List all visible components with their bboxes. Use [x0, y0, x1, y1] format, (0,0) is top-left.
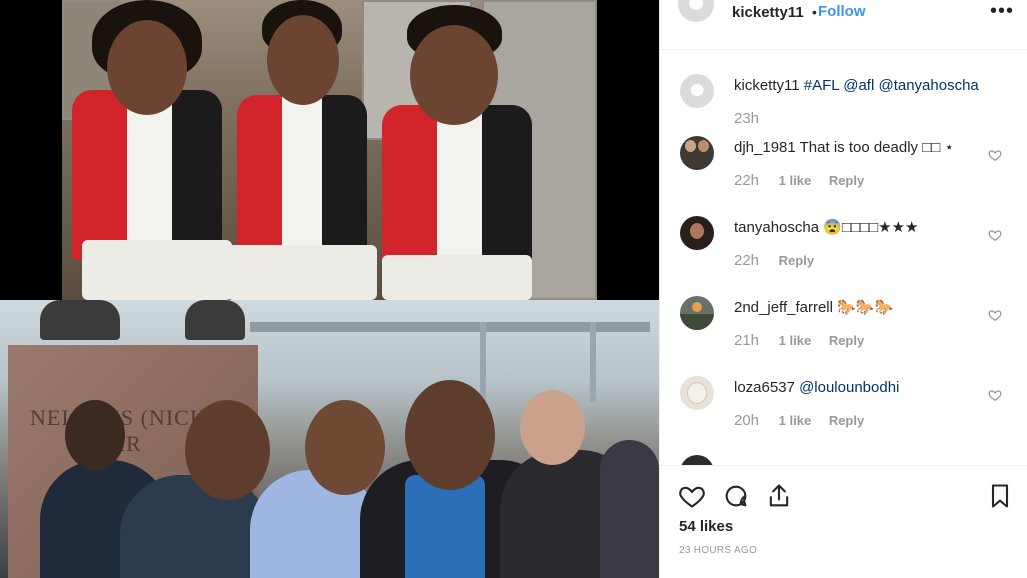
- comment-item: loza6537 @loulounbodhi 20h 1 like Reply: [660, 376, 1027, 446]
- comment-likes[interactable]: 1 like: [779, 413, 812, 428]
- reply-button[interactable]: Reply: [829, 413, 864, 428]
- comment-time[interactable]: 21h: [734, 332, 759, 349]
- comment-like-icon[interactable]: [988, 228, 1002, 242]
- comment-item: 2nd_jeff_farrell 🐎🐎🐎 21h 1 like Reply: [660, 296, 1027, 366]
- caption-text[interactable]: #AFL @afl @tanyahoscha: [804, 77, 979, 94]
- comment-time[interactable]: 20h: [734, 412, 759, 429]
- heart-icon[interactable]: [678, 482, 706, 510]
- comment-like-icon[interactable]: [988, 148, 1002, 162]
- comment-username[interactable]: loza6537: [734, 379, 795, 396]
- comment-time[interactable]: 22h: [734, 252, 759, 269]
- comment-item: djh_1981 That is too deadly □□ ⋆ 22h 1 l…: [660, 136, 1027, 206]
- bookmark-icon[interactable]: [986, 482, 1014, 510]
- caption-time[interactable]: 23h: [734, 110, 759, 127]
- comment-text: That is too deadly □□ ⋆: [799, 139, 954, 156]
- comments-list[interactable]: kicketty11 #AFL @afl @tanyahoscha 23h dj…: [660, 50, 1027, 465]
- comment-avatar[interactable]: [680, 296, 714, 330]
- more-options-icon[interactable]: •••: [990, 0, 1014, 23]
- comment-icon[interactable]: [722, 482, 750, 510]
- comment-text: 🐎🐎🐎: [837, 299, 894, 316]
- share-icon[interactable]: [765, 482, 793, 510]
- comment-likes[interactable]: 1 like: [779, 173, 812, 188]
- comment-like-icon[interactable]: [988, 308, 1002, 322]
- comment-item: tanyahoscha 😨□□□□★★★ 22h Reply: [660, 216, 1027, 286]
- post-timestamp[interactable]: 23 HOURS AGO: [679, 545, 757, 556]
- author-username[interactable]: kicketty11: [732, 4, 804, 21]
- follow-button[interactable]: Follow: [818, 3, 866, 20]
- comment-username[interactable]: 2nd_jeff_farrell: [734, 299, 833, 316]
- caption-username[interactable]: kicketty11: [734, 77, 800, 94]
- comment-username[interactable]: djh_1981: [734, 139, 796, 156]
- reply-button[interactable]: Reply: [829, 333, 864, 348]
- comment-text[interactable]: @loulounbodhi: [799, 379, 899, 396]
- post-header: kicketty11 • Follow •••: [660, 0, 1027, 50]
- likes-count[interactable]: 54 likes: [679, 518, 733, 535]
- comment-like-icon[interactable]: [988, 388, 1002, 402]
- reply-button[interactable]: Reply: [829, 173, 864, 188]
- caption-item: kicketty11 #AFL @afl @tanyahoscha 23h: [660, 74, 1027, 134]
- comment-avatar[interactable]: [680, 376, 714, 410]
- header-separator: •: [812, 4, 817, 20]
- caption-avatar[interactable]: [680, 74, 714, 108]
- locker-room-photo: [62, 0, 597, 300]
- comment-avatar[interactable]: [680, 136, 714, 170]
- instagram-post-modal: NEI VIS (NICK MAR kicketty11 • Follow ••…: [0, 0, 1027, 578]
- comment-username[interactable]: tanyahoscha: [734, 219, 819, 236]
- comment-avatar[interactable]: [680, 216, 714, 250]
- comment-likes[interactable]: 1 like: [779, 333, 812, 348]
- author-avatar[interactable]: [678, 0, 714, 22]
- comment-text: 😨□□□□★★★: [823, 219, 919, 236]
- comment-avatar[interactable]: [680, 455, 714, 465]
- post-media[interactable]: NEI VIS (NICK MAR: [0, 0, 659, 578]
- post-sidebar: kicketty11 • Follow ••• kicketty11 #AFL …: [659, 0, 1027, 578]
- comment-time[interactable]: 22h: [734, 172, 759, 189]
- reply-button[interactable]: Reply: [779, 253, 814, 268]
